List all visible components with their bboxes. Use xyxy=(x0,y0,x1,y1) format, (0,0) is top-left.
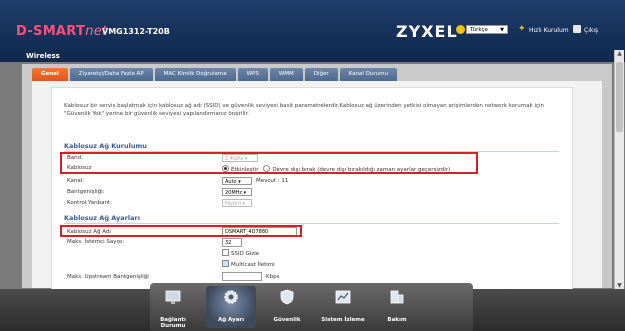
quick-setup-link[interactable]: Hızlı Kurulum xyxy=(529,27,569,34)
shield-icon xyxy=(280,289,294,305)
bandwidth-select[interactable]: 20MHz ▾ xyxy=(222,188,252,196)
tab-other[interactable]: Diğer xyxy=(304,68,338,81)
channel-label: Kanal: xyxy=(67,178,85,184)
logout-icon[interactable] xyxy=(573,25,581,33)
section-wireless-setup: Kablosuz Ağ Kurulumu xyxy=(64,142,147,150)
bandwidth-label: Bantgenişliği: xyxy=(67,189,105,195)
toolbox-icon xyxy=(390,290,404,304)
upstream-unit: Kbps xyxy=(266,274,280,280)
tab-wps[interactable]: WPS xyxy=(237,68,268,81)
tab-genel[interactable]: Genel xyxy=(32,68,68,81)
section-wireless-settings: Kablosuz Ağ Ayarları xyxy=(64,214,140,222)
page-title: Wireless xyxy=(26,52,60,60)
tab-content: Kablosuz bir servis başlatmak için kablo… xyxy=(32,81,602,293)
scroll-up-icon[interactable]: ▲ xyxy=(615,50,624,58)
tab-guest-ap[interactable]: Ziyaretçi/Daha Fazla AP xyxy=(69,68,153,81)
wand-icon[interactable]: ✦ xyxy=(518,25,527,34)
sideband-select[interactable]: Hiçbiri ▾ xyxy=(222,199,252,207)
multicast-checkbox[interactable] xyxy=(222,260,229,267)
vertical-scrollbar[interactable]: ▲ ▼ xyxy=(614,50,624,290)
settings-card: Kablosuz bir servis başlatmak için kablo… xyxy=(51,87,573,293)
scroll-thumb[interactable] xyxy=(616,62,623,132)
gear-icon xyxy=(224,290,238,304)
tab-wmm[interactable]: WMM xyxy=(269,68,303,81)
divider xyxy=(64,223,559,224)
monitor-icon xyxy=(165,290,181,304)
logout-link[interactable]: Çıkış xyxy=(584,27,598,34)
chevron-down-icon: ▼ xyxy=(500,27,504,33)
channel-current: Mevcut : 11 xyxy=(256,178,289,184)
multicast-row: Multicast İletimi xyxy=(222,260,275,268)
upstream-input[interactable] xyxy=(222,272,262,281)
highlight-ssid xyxy=(60,225,302,237)
dock-system-monitor[interactable]: Sistem İzleme xyxy=(318,286,368,328)
globe-icon xyxy=(456,25,465,34)
hide-ssid-row: SSID Gizle xyxy=(222,249,259,257)
dock-connection-status[interactable]: Bağlantı Durumu xyxy=(148,286,198,329)
dock-network-settings[interactable]: Ağ Ayarı xyxy=(206,286,256,328)
dsmart-logo: D-SMARTnet xyxy=(16,24,108,39)
tab-bar: Genel Ziyaretçi/Daha Fazla AP MAC Kimlik… xyxy=(32,68,399,81)
dock-maintenance[interactable]: Bakım xyxy=(372,286,422,328)
highlight-band-wireless xyxy=(60,152,478,174)
sideband-label: Kontrol Yanbant: xyxy=(67,200,112,206)
tab-channel-status[interactable]: Kanal Durumu xyxy=(339,68,398,81)
upstream-label: Maks. Upstream Bantgenişliği xyxy=(67,274,149,280)
language-select[interactable]: Türkçe ▼ xyxy=(466,25,508,34)
channel-select[interactable]: Auto ▾ xyxy=(222,177,252,185)
max-clients-label: Maks. İstemci Sayısı: xyxy=(67,239,125,245)
chart-icon xyxy=(335,290,351,304)
max-clients-input[interactable]: 32 xyxy=(222,238,242,247)
tab-mac-auth[interactable]: MAC Kimlik Doğrulama xyxy=(154,68,236,81)
content-panel: Genel Ziyaretçi/Daha Fazla AP MAC Kimlik… xyxy=(22,64,612,293)
dock-security[interactable]: Güvenlik xyxy=(262,286,312,328)
device-model: VMG1312-T20B xyxy=(102,27,170,36)
description-text: Kablosuz bir servis başlatmak için kablo… xyxy=(64,103,545,117)
zyxel-logo: ZYXEL xyxy=(396,22,458,41)
hide-ssid-checkbox[interactable] xyxy=(222,249,229,256)
